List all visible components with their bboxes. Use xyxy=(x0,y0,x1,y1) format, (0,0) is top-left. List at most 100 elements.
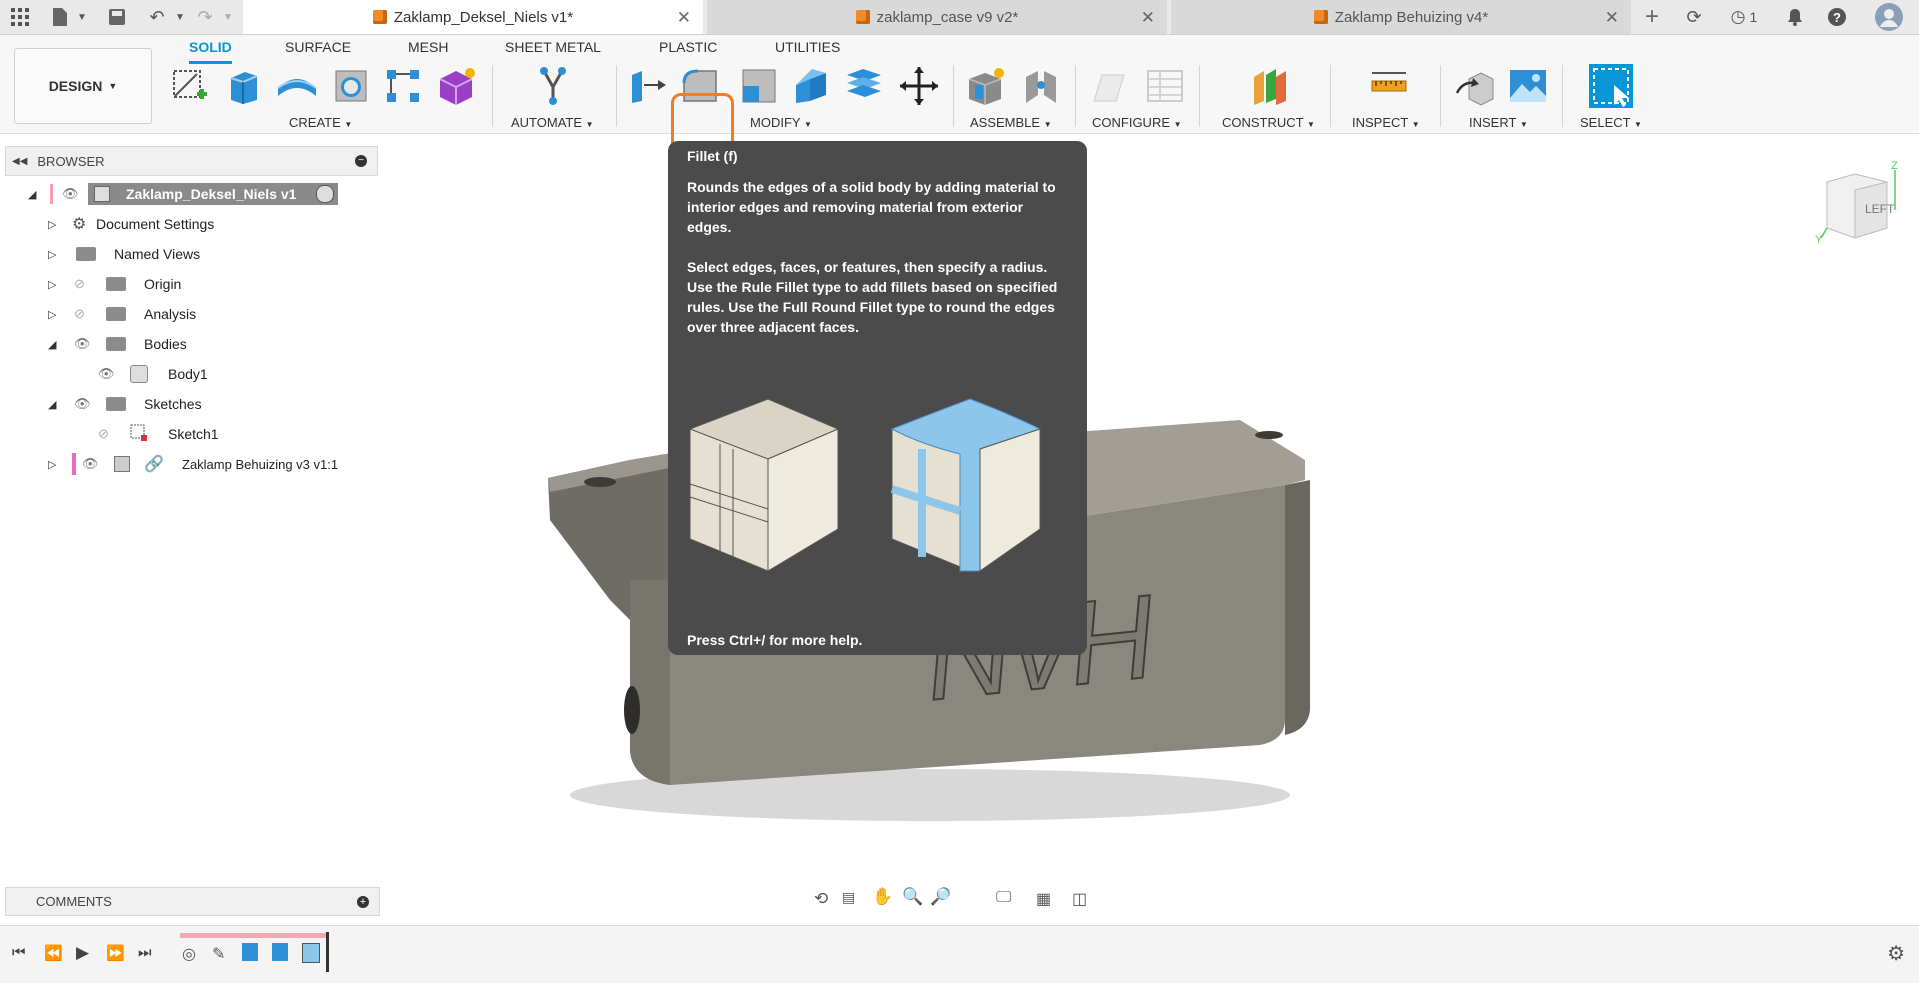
split-body-icon[interactable] xyxy=(843,65,885,107)
undo-icon[interactable]: ↶ xyxy=(145,5,169,29)
redo-icon[interactable]: ↷ xyxy=(193,5,217,29)
collapsed-triangle-icon[interactable]: ▷ xyxy=(48,308,56,321)
group-configure[interactable]: CONFIGURE ▼ xyxy=(1092,115,1182,130)
group-modify[interactable]: MODIFY ▼ xyxy=(750,115,812,130)
shell-icon[interactable] xyxy=(790,65,832,107)
chamfer-icon[interactable] xyxy=(738,65,780,107)
add-comment-icon[interactable]: + xyxy=(357,895,369,908)
job-status[interactable]: ◷ 1 xyxy=(1722,5,1766,29)
timeline-fillet-icon[interactable] xyxy=(302,943,320,963)
configure-rows-icon[interactable] xyxy=(1144,65,1186,107)
pattern-icon[interactable] xyxy=(382,65,424,107)
avatar[interactable] xyxy=(1874,2,1904,32)
visibility-eye-icon[interactable]: 👁 xyxy=(98,366,115,382)
help-icon[interactable]: ? xyxy=(1825,5,1849,29)
close-icon[interactable]: ✕ xyxy=(677,8,691,28)
revolve-icon[interactable] xyxy=(276,65,318,107)
look-at-icon[interactable]: ▤ xyxy=(842,889,855,906)
tab-plastic[interactable]: PLASTIC xyxy=(659,39,717,59)
expanded-triangle-icon[interactable]: ◢ xyxy=(48,338,56,351)
tab-sheet-metal[interactable]: SHEET METAL xyxy=(505,39,601,59)
step-back-icon[interactable]: ⏪ xyxy=(44,944,63,962)
new-tab-icon[interactable]: + xyxy=(1640,3,1664,30)
visibility-eye-icon[interactable]: 👁 xyxy=(62,186,79,202)
apps-grid-icon[interactable] xyxy=(8,5,32,29)
notification-bell-icon[interactable] xyxy=(1783,5,1807,29)
timeline-settings-gear-icon[interactable]: ⚙ xyxy=(1887,941,1905,966)
expanded-triangle-icon[interactable]: ◢ xyxy=(48,398,56,411)
hidden-eye-icon[interactable]: ⊘ xyxy=(98,426,109,442)
tab-utilities[interactable]: UTILITIES xyxy=(775,39,840,59)
visibility-eye-icon[interactable]: 👁 xyxy=(74,336,91,352)
new-component-icon[interactable] xyxy=(965,65,1007,107)
minimize-icon[interactable]: − xyxy=(355,155,367,167)
expanded-triangle-icon[interactable]: ◢ xyxy=(28,188,36,201)
group-create[interactable]: CREATE ▼ xyxy=(289,115,352,130)
hole-icon[interactable] xyxy=(330,65,372,107)
hidden-eye-icon[interactable]: ⊘ xyxy=(74,276,85,292)
joint-icon[interactable] xyxy=(1020,65,1062,107)
create-form-icon[interactable] xyxy=(436,65,478,107)
tab-solid[interactable]: SOLID xyxy=(189,39,232,64)
step-forward-icon[interactable]: ⏩ xyxy=(106,944,125,962)
select-icon[interactable] xyxy=(1587,62,1635,110)
timeline-sketch-icon[interactable]: ✎ xyxy=(212,944,225,964)
insert-derive-icon[interactable] xyxy=(1455,65,1497,107)
display-settings-icon[interactable]: 🖵 xyxy=(996,889,1011,907)
create-sketch-icon[interactable] xyxy=(168,65,210,107)
pan-hand-icon[interactable]: ✋ xyxy=(872,887,893,907)
fit-icon[interactable]: 🔎 xyxy=(930,887,951,907)
chevron-down-icon[interactable]: ▼ xyxy=(216,5,240,29)
go-to-start-icon[interactable]: ⏮ xyxy=(12,944,26,961)
file-icon[interactable] xyxy=(48,5,72,29)
activate-radio-icon[interactable] xyxy=(316,185,334,203)
collapsed-triangle-icon[interactable]: ▷ xyxy=(48,248,56,261)
grid-settings-icon[interactable]: ▦ xyxy=(1036,889,1051,909)
collapse-panel-icon[interactable]: ◀◀ xyxy=(12,156,27,167)
timeline-extrude-icon[interactable] xyxy=(242,943,258,961)
offset-plane-icon[interactable] xyxy=(1250,65,1292,107)
group-automate[interactable]: AUTOMATE ▼ xyxy=(511,115,594,130)
timeline-marker[interactable] xyxy=(326,932,329,972)
group-inspect[interactable]: INSPECT ▼ xyxy=(1352,115,1420,130)
orbit-icon[interactable]: ⟲ xyxy=(814,889,828,909)
collapsed-triangle-icon[interactable]: ▷ xyxy=(48,218,56,231)
browser-header[interactable]: ◀◀ BROWSER − xyxy=(5,146,378,176)
save-icon[interactable] xyxy=(105,5,129,29)
chevron-down-icon[interactable]: ▼ xyxy=(70,5,94,29)
chevron-down-icon[interactable]: ▼ xyxy=(168,5,192,29)
collapsed-triangle-icon[interactable]: ▷ xyxy=(48,278,56,291)
comments-panel[interactable]: COMMENTS + xyxy=(5,887,380,916)
automate-icon[interactable] xyxy=(532,65,574,107)
collapsed-triangle-icon[interactable]: ▷ xyxy=(48,458,56,471)
tab-mesh[interactable]: MESH xyxy=(408,39,448,59)
group-construct[interactable]: CONSTRUCT ▼ xyxy=(1222,115,1315,130)
tab-document-2[interactable]: zaklamp_case v9 v2* ✕ xyxy=(707,0,1167,34)
tab-document-1[interactable]: Zaklamp_Deksel_Niels v1* ✕ xyxy=(243,0,703,34)
measure-icon[interactable] xyxy=(1368,65,1410,107)
insert-canvas-icon[interactable] xyxy=(1507,65,1549,107)
go-to-end-icon[interactable]: ⏭ xyxy=(138,944,152,961)
move-copy-icon[interactable] xyxy=(898,65,940,107)
group-select[interactable]: SELECT ▼ xyxy=(1580,115,1642,130)
timeline-feature-icon[interactable]: ◎ xyxy=(182,944,196,964)
close-icon[interactable]: ✕ xyxy=(1605,8,1619,28)
refresh-icon[interactable]: ⟳ xyxy=(1682,5,1706,29)
play-icon[interactable]: ▶ xyxy=(76,943,89,963)
tab-document-3[interactable]: Zaklamp Behuizing v4* ✕ xyxy=(1171,0,1631,34)
timeline-extrude-icon[interactable] xyxy=(272,943,288,961)
viewports-icon[interactable]: ◫ xyxy=(1072,889,1087,909)
configure-table-icon[interactable] xyxy=(1088,65,1130,107)
workspace-switcher[interactable]: DESIGN ▼ xyxy=(14,48,152,124)
group-assemble[interactable]: ASSEMBLE ▼ xyxy=(970,115,1052,130)
visibility-eye-icon[interactable]: 👁 xyxy=(82,456,99,472)
tab-surface[interactable]: SURFACE xyxy=(285,39,351,59)
zoom-icon[interactable]: 🔍 xyxy=(902,887,923,907)
press-pull-icon[interactable] xyxy=(628,65,670,107)
group-insert[interactable]: INSERT ▼ xyxy=(1469,115,1528,130)
close-icon[interactable]: ✕ xyxy=(1141,8,1155,28)
visibility-eye-icon[interactable]: 👁 xyxy=(74,396,91,412)
extrude-icon[interactable] xyxy=(222,65,264,107)
view-cube[interactable]: LEFT Z Y xyxy=(1815,160,1915,250)
hidden-eye-icon[interactable]: ⊘ xyxy=(74,306,85,322)
